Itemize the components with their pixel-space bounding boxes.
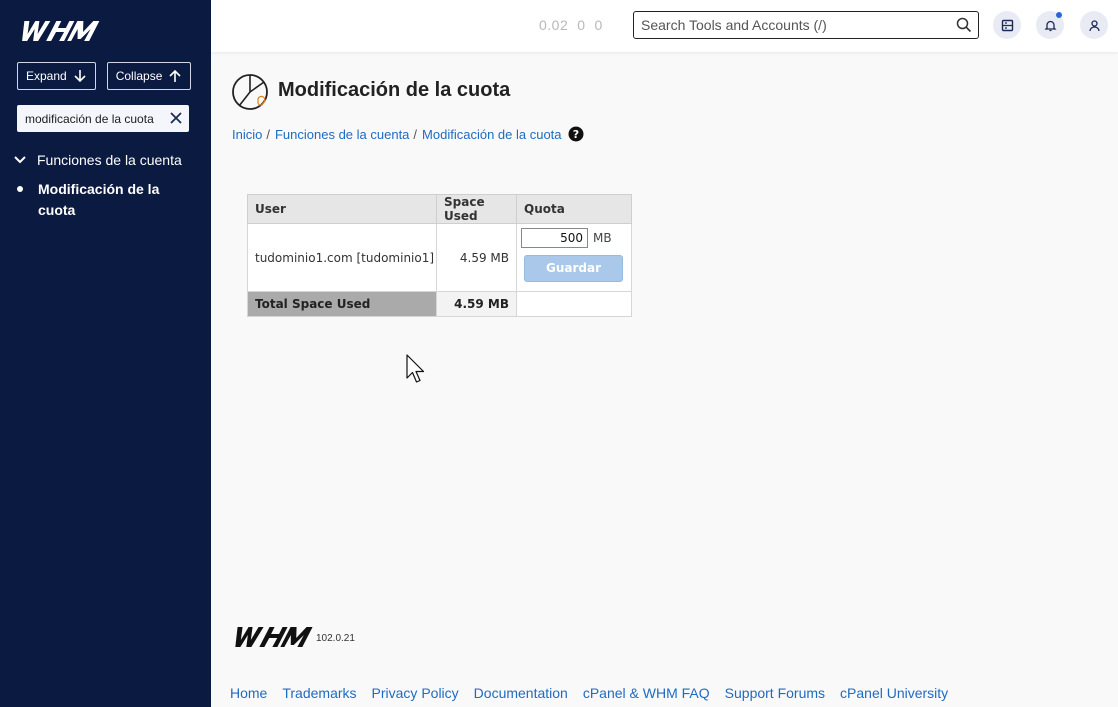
quota-cell: 500 MB Guardar [516,223,632,292]
load-1: 0.02 [539,17,569,33]
breadcrumb: Inicio / Funciones de la cuenta / Modifica… [232,126,584,142]
sidebar-filter-input[interactable]: modificación de la cuota [17,105,189,132]
top-bar: 0.02 0 0 Search Tools and Accounts (/) [211,0,1118,52]
notification-badge [1056,12,1062,18]
server-button[interactable] [993,11,1021,39]
breadcrumb-current[interactable]: Modificación de la cuota [422,127,561,142]
sidebar: Expand Collapse modificación de la cuota… [0,0,211,707]
filter-value: modificación de la cuota [25,111,154,126]
total-label: Total Space Used [247,291,437,317]
version-label: 102.0.21 [316,633,355,644]
expand-label: Expand [26,69,67,83]
bullet-icon [17,186,23,192]
space-used-cell: 4.59 MB [436,223,517,292]
column-header-quota[interactable]: Quota [516,194,632,224]
chevron-down-icon [14,156,26,164]
arrow-down-icon [74,70,86,83]
footer-link-cpanel-university[interactable]: cPanel University [840,685,948,701]
bell-icon [1043,20,1057,31]
quota-table: User Space Used Quota tudominio1.com [tu… [247,194,632,317]
server-icon [1001,19,1013,31]
column-header-user[interactable]: User [247,194,437,224]
collapse-label: Collapse [115,69,163,83]
total-empty-cell [516,291,632,317]
user-menu-button[interactable] [1080,11,1108,39]
footer-link-trademarks[interactable]: Trademarks [282,685,356,701]
footer-link-documentation[interactable]: Documentation [474,685,568,701]
sidebar-group-account-functions[interactable]: Funciones de la cuenta [13,152,182,168]
sidebar-group-label: Funciones de la cuenta [37,152,182,168]
breadcrumb-home[interactable]: Inicio [232,127,262,142]
quota-input[interactable]: 500 [521,228,588,248]
whm-logo[interactable] [17,18,103,44]
column-header-space-used[interactable]: Space Used [436,194,517,224]
footer-link-home[interactable]: Home [230,685,267,701]
user-icon [1088,19,1100,31]
quota-unit: MB [593,231,612,245]
footer-whm-logo [235,627,313,647]
total-space-used: 4.59 MB [436,291,517,317]
load-15: 0 [594,17,603,33]
arrow-up-icon [169,69,181,82]
sidebar-item-quota-modification[interactable]: Modificación de la cuota [17,179,197,221]
total-row: Total Space Used 4.59 MB [247,291,632,317]
table-header-row: User Space Used Quota [247,194,632,224]
close-icon[interactable] [169,111,183,125]
footer-links: Home Trademarks Privacy Policy Documenta… [230,685,948,701]
svg-text:?: ? [572,128,578,141]
search-icon[interactable] [956,17,972,33]
quota-pie-icon [232,74,268,110]
expand-button[interactable]: Expand [17,62,96,90]
load-5: 0 [577,17,586,33]
user-cell: tudominio1.com [tudominio1] [247,223,437,292]
server-load: 0.02 0 0 [539,17,612,33]
save-button[interactable]: Guardar [524,255,623,282]
table-row: tudominio1.com [tudominio1] 4.59 MB 500 M… [247,223,632,292]
search-placeholder: Search Tools and Accounts (/) [641,17,827,33]
footer-link-support-forums[interactable]: Support Forums [725,685,825,701]
breadcrumb-account-functions[interactable]: Funciones de la cuenta [275,127,409,142]
sidebar-item-label: Modificación de la cuota [38,181,160,218]
page-title: Modificación de la cuota [278,79,511,101]
footer-link-faq[interactable]: cPanel & WHM FAQ [583,685,710,701]
footer-link-privacy-policy[interactable]: Privacy Policy [372,685,459,701]
notifications-button[interactable] [1036,11,1064,39]
search-input[interactable]: Search Tools and Accounts (/) [633,11,979,39]
help-icon[interactable]: ? [568,126,584,142]
collapse-button[interactable]: Collapse [106,62,192,90]
mouse-cursor-icon [406,354,425,383]
